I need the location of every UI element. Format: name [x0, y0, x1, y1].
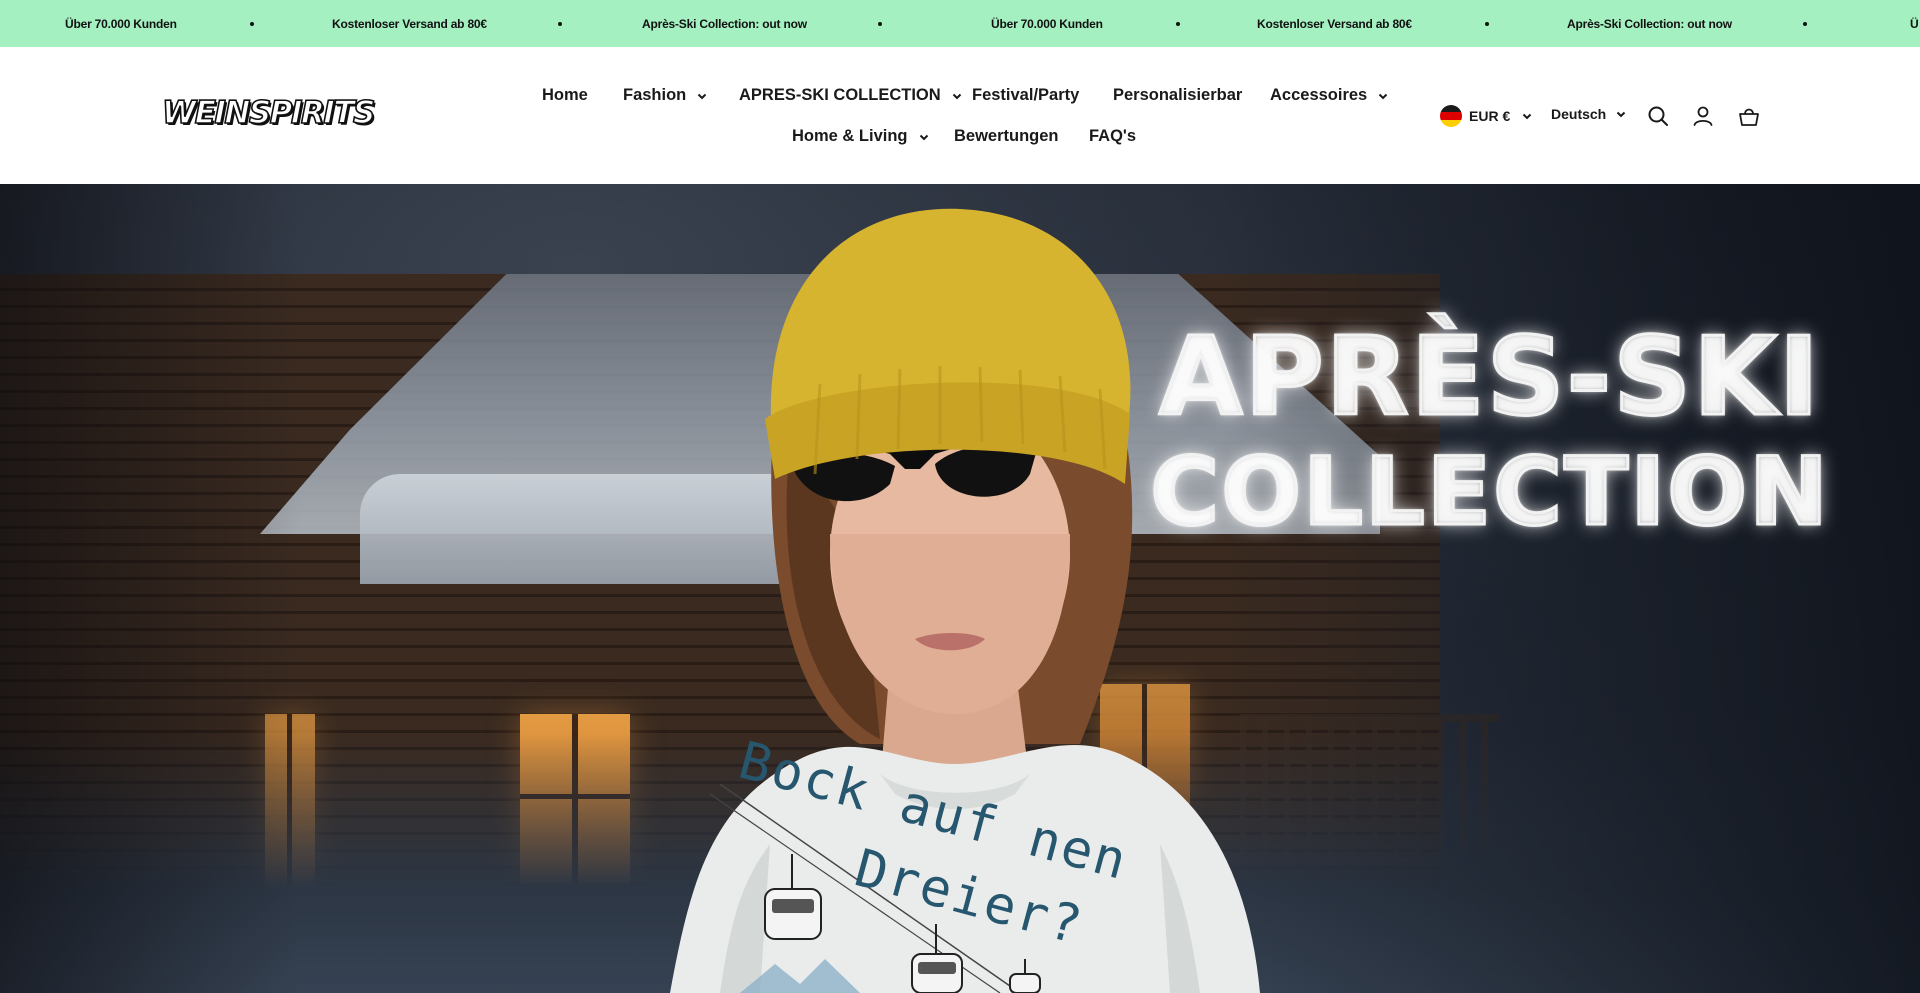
- nav-label: Personalisierbar: [1113, 86, 1243, 104]
- nav-home-living[interactable]: Home & Living: [792, 127, 929, 146]
- language-selector[interactable]: Deutsch: [1551, 106, 1626, 122]
- chevron-down-icon: [919, 134, 928, 140]
- separator-dot: [878, 22, 882, 26]
- nav-label: Home: [542, 86, 588, 104]
- vignette-left: [0, 184, 300, 993]
- germany-flag-icon: [1440, 105, 1462, 127]
- announcement-bar: Über 70.000 Kunden Kostenloser Versand a…: [0, 0, 1920, 47]
- search-icon[interactable]: [1646, 104, 1670, 128]
- nav-label: Bewertungen: [954, 127, 1059, 145]
- separator-dot: [558, 22, 562, 26]
- separator-dot: [1176, 22, 1180, 26]
- chevron-down-icon: [1523, 113, 1532, 120]
- nav-festival-party[interactable]: Festival/Party: [972, 86, 1079, 105]
- announcement-item: Kostenloser Versand ab 80€: [1257, 17, 1412, 31]
- announcement-item: Über 70.000 Kunden: [991, 17, 1103, 31]
- logo[interactable]: WEINSPIRITS: [161, 96, 376, 130]
- language-label: Deutsch: [1551, 106, 1607, 122]
- currency-label: EUR €: [1469, 108, 1511, 124]
- announcement-item: Après-Ski Collection: out now: [1567, 17, 1732, 31]
- logo-text: WEINSPIRITS: [161, 95, 376, 131]
- currency-selector[interactable]: EUR €: [1440, 105, 1532, 127]
- chevron-down-icon: [952, 93, 961, 99]
- nav-label: Home & Living: [792, 127, 908, 145]
- hero-title-line-1: APRÈS-SKI: [1158, 315, 1821, 440]
- separator-dot: [250, 22, 254, 26]
- chevron-down-icon: [1617, 111, 1626, 118]
- chevron-down-icon: [1379, 93, 1388, 99]
- announcement-item: Kostenloser Versand ab 80€: [332, 17, 487, 31]
- nav-label: FAQ's: [1089, 127, 1137, 145]
- nav-home[interactable]: Home: [542, 86, 588, 105]
- cart-icon[interactable]: [1737, 104, 1761, 128]
- nav-faqs[interactable]: FAQ's: [1089, 127, 1136, 146]
- announcement-item: Après-Ski Collection: out now: [642, 17, 807, 31]
- nav-personalisierbar[interactable]: Personalisierbar: [1113, 86, 1242, 105]
- nav-accessoires[interactable]: Accessoires: [1270, 86, 1388, 105]
- nav-label: APRES-SKI COLLECTION: [739, 86, 941, 104]
- site-header: WEINSPIRITS Home Fashion APRES-SKI COLLE…: [0, 47, 1920, 184]
- chevron-down-icon: [698, 93, 707, 99]
- nav-label: Accessoires: [1270, 86, 1368, 104]
- nav-fashion[interactable]: Fashion: [623, 86, 707, 105]
- account-icon[interactable]: [1691, 104, 1715, 128]
- announcement-item: Ü: [1910, 17, 1919, 31]
- nav-bewertungen[interactable]: Bewertungen: [954, 127, 1059, 146]
- hero-banner[interactable]: Bock auf nen Dreier? APRÈS-SKI COLLECTIO…: [0, 184, 1920, 993]
- announcement-item: Über 70.000 Kunden: [65, 17, 177, 31]
- separator-dot: [1803, 22, 1807, 26]
- separator-dot: [1485, 22, 1489, 26]
- hero-title-line-2: COLLECTION: [1149, 438, 1830, 547]
- nav-apres-ski-collection[interactable]: APRES-SKI COLLECTION: [739, 86, 962, 105]
- nav-label: Fashion: [623, 86, 687, 104]
- nav-label: Festival/Party: [972, 86, 1080, 104]
- hero-title: APRÈS-SKI COLLECTION: [1149, 315, 1830, 547]
